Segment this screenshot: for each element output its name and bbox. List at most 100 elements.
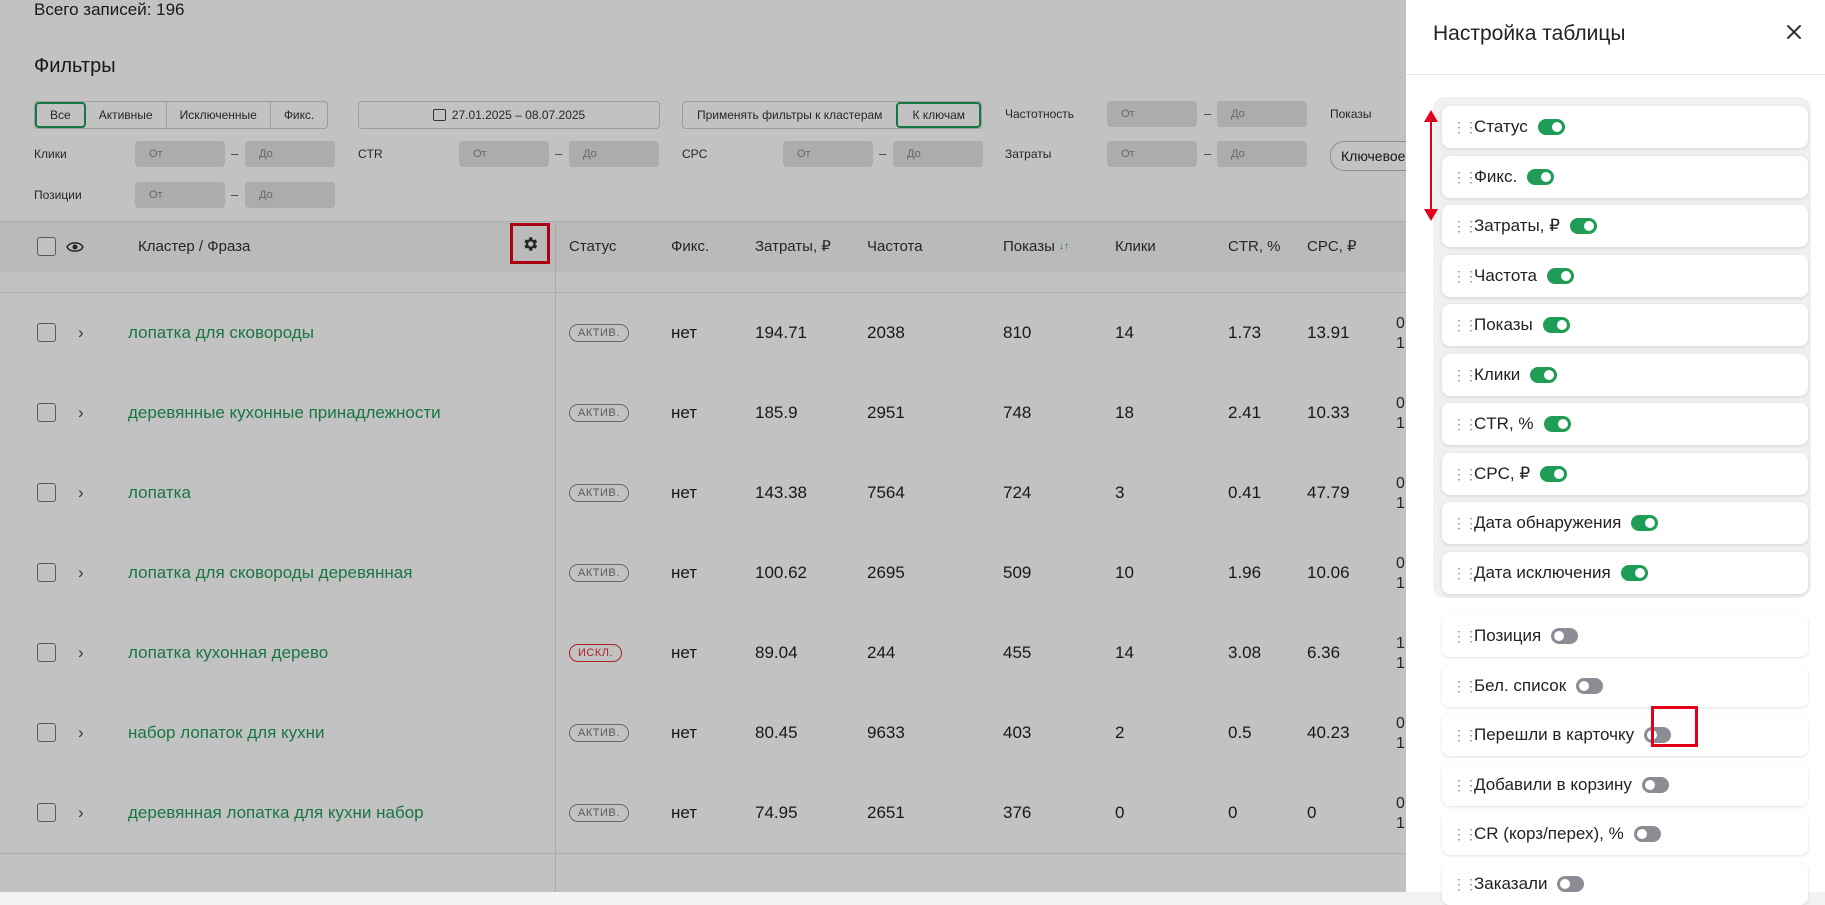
column-visibility-toggle[interactable] — [1537, 119, 1565, 135]
row-checkbox[interactable] — [37, 643, 56, 662]
cpc-from-input[interactable]: От — [783, 141, 873, 167]
column-visibility-toggle[interactable] — [1576, 678, 1604, 694]
column-setting-item[interactable]: ⋮⋮ Добавили в корзину — [1442, 764, 1808, 806]
drag-handle-icon[interactable]: ⋮⋮ — [1452, 170, 1478, 184]
expand-chevron-icon[interactable]: › — [78, 533, 84, 613]
expand-chevron-icon[interactable]: › — [78, 293, 84, 373]
phrase-link[interactable]: деревянная лопатка для кухни набор — [128, 773, 424, 853]
column-visibility-toggle[interactable] — [1641, 777, 1669, 793]
table-row[interactable]: › деревянные кухонные принадлежности АКТИВ… — [0, 373, 1406, 454]
column-visibility-toggle[interactable] — [1631, 515, 1659, 531]
expand-chevron-icon[interactable]: › — [78, 613, 84, 693]
column-setting-item[interactable]: ⋮⋮ Статус — [1442, 106, 1808, 148]
drag-handle-icon[interactable]: ⋮⋮ — [1452, 877, 1478, 891]
column-setting-item[interactable]: ⋮⋮ CPC, ₽ — [1442, 453, 1808, 495]
drag-handle-icon[interactable]: ⋮⋮ — [1452, 318, 1478, 332]
column-visibility-toggle[interactable] — [1540, 466, 1568, 482]
ctr-from-input[interactable]: От — [459, 141, 549, 167]
apply-to-keys-button[interactable]: К ключам — [896, 102, 982, 128]
column-setting-item[interactable]: ⋮⋮ Показы — [1442, 304, 1808, 346]
drag-handle-icon[interactable]: ⋮⋮ — [1452, 728, 1478, 742]
drag-handle-icon[interactable]: ⋮⋮ — [1452, 219, 1478, 233]
table-row[interactable]: › набор лопаток для кухни АКТИВ. нет 80.45 96… — [0, 693, 1406, 774]
drag-handle-icon[interactable]: ⋮⋮ — [1452, 120, 1478, 134]
frequency-from-input[interactable]: От — [1107, 101, 1197, 127]
column-visibility-toggle[interactable] — [1633, 826, 1661, 842]
column-setting-item[interactable]: ⋮⋮ Бел. список — [1442, 665, 1808, 707]
expand-chevron-icon[interactable]: › — [78, 453, 84, 533]
tab-all[interactable]: Все — [35, 102, 86, 128]
sort-icon[interactable]: ↓↑ — [1059, 241, 1069, 252]
drag-handle-icon[interactable]: ⋮⋮ — [1452, 566, 1478, 580]
phrase-link[interactable]: деревянные кухонные принадлежности — [128, 373, 441, 453]
table-row[interactable]: › лопатка для сковороды АКТИВ. нет 194.71 203… — [0, 293, 1406, 374]
header-clicks[interactable]: Клики — [1115, 222, 1156, 272]
header-frequency[interactable]: Частота — [867, 222, 923, 272]
header-cluster[interactable]: Кластер / Фраза — [138, 222, 250, 272]
column-setting-item[interactable]: ⋮⋮ Позиция — [1442, 615, 1808, 657]
clicks-from-input[interactable]: От — [135, 141, 225, 167]
close-icon[interactable] — [1782, 20, 1806, 44]
drag-handle-icon[interactable]: ⋮⋮ — [1452, 516, 1478, 530]
ctr-to-input[interactable]: До — [569, 141, 659, 167]
column-visibility-toggle[interactable] — [1530, 367, 1558, 383]
tab-excluded[interactable]: Исключенные — [167, 102, 271, 128]
row-checkbox[interactable] — [37, 723, 56, 742]
tab-fixed[interactable]: Фикс. — [271, 102, 328, 128]
column-visibility-toggle[interactable] — [1543, 416, 1571, 432]
column-visibility-toggle[interactable] — [1569, 218, 1597, 234]
phrase-link[interactable]: набор лопаток для кухни — [128, 693, 325, 773]
eye-icon[interactable] — [66, 240, 84, 254]
costs-from-input[interactable]: От — [1107, 141, 1197, 167]
column-setting-item[interactable]: ⋮⋮ Фикс. — [1442, 156, 1808, 198]
column-visibility-toggle[interactable] — [1542, 317, 1570, 333]
column-visibility-toggle[interactable] — [1551, 628, 1579, 644]
positions-from-input[interactable]: От — [135, 182, 225, 208]
drag-handle-icon[interactable]: ⋮⋮ — [1452, 778, 1478, 792]
column-visibility-toggle[interactable] — [1527, 169, 1555, 185]
phrase-link[interactable]: лопатка для сковороды — [128, 293, 314, 373]
drag-handle-icon[interactable]: ⋮⋮ — [1452, 629, 1478, 643]
column-visibility-toggle[interactable] — [1547, 268, 1575, 284]
column-setting-item[interactable]: ⋮⋮ CTR, % — [1442, 403, 1808, 445]
drag-handle-icon[interactable]: ⋮⋮ — [1452, 679, 1478, 693]
select-all-checkbox[interactable] — [37, 237, 56, 256]
row-checkbox[interactable] — [37, 483, 56, 502]
drag-handle-icon[interactable]: ⋮⋮ — [1452, 827, 1478, 841]
drag-handle-icon[interactable]: ⋮⋮ — [1452, 368, 1478, 382]
column-visibility-toggle[interactable] — [1620, 565, 1648, 581]
column-setting-item[interactable]: ⋮⋮ Дата исключения — [1442, 552, 1808, 594]
drag-handle-icon[interactable]: ⋮⋮ — [1452, 467, 1478, 481]
table-settings-button[interactable] — [510, 223, 550, 264]
column-setting-item[interactable]: ⋮⋮ Частота — [1442, 255, 1808, 297]
header-costs[interactable]: Затраты, ₽ — [755, 222, 831, 272]
header-impressions[interactable]: Показы ↓↑ — [1003, 222, 1069, 272]
drag-handle-icon[interactable]: ⋮⋮ — [1452, 417, 1478, 431]
date-range-picker[interactable]: 27.01.2025 – 08.07.2025 — [358, 101, 660, 129]
frequency-to-input[interactable]: До — [1217, 101, 1307, 127]
row-checkbox[interactable] — [37, 803, 56, 822]
tab-active[interactable]: Активные — [86, 102, 167, 128]
expand-chevron-icon[interactable]: › — [78, 773, 84, 853]
header-fixed[interactable]: Фикс. — [671, 222, 709, 272]
column-setting-item[interactable]: ⋮⋮ Дата обнаружения — [1442, 502, 1808, 544]
column-setting-item[interactable]: ⋮⋮ CR (корз/перех), % — [1442, 813, 1808, 855]
table-row[interactable]: › лопатка для сковороды деревянная АКТИВ. н… — [0, 533, 1406, 614]
positions-to-input[interactable]: До — [245, 182, 335, 208]
row-checkbox[interactable] — [37, 323, 56, 342]
table-row[interactable]: › лопатка АКТИВ. нет 143.38 7564 724 3 0.41 47.79… — [0, 453, 1406, 534]
cpc-to-input[interactable]: До — [893, 141, 983, 167]
column-setting-item[interactable]: ⋮⋮ Заказали — [1442, 863, 1808, 905]
row-checkbox[interactable] — [37, 403, 56, 422]
column-setting-item[interactable]: ⋮⋮ Клики — [1442, 354, 1808, 396]
expand-chevron-icon[interactable]: › — [78, 693, 84, 773]
apply-to-clusters-button[interactable]: Применять фильтры к кластерам — [683, 102, 896, 128]
clicks-to-input[interactable]: До — [245, 141, 335, 167]
phrase-link[interactable]: лопатка кухонная дерево — [128, 613, 328, 693]
header-status[interactable]: Статус — [569, 222, 616, 272]
keyword-filter-select[interactable]: Ключевое — [1330, 141, 1406, 171]
table-row[interactable]: › деревянная лопатка для кухни набор АКТИВ… — [0, 773, 1406, 854]
phrase-link[interactable]: лопатка — [128, 453, 191, 533]
row-checkbox[interactable] — [37, 563, 56, 582]
column-setting-item[interactable]: ⋮⋮ Затраты, ₽ — [1442, 205, 1808, 247]
